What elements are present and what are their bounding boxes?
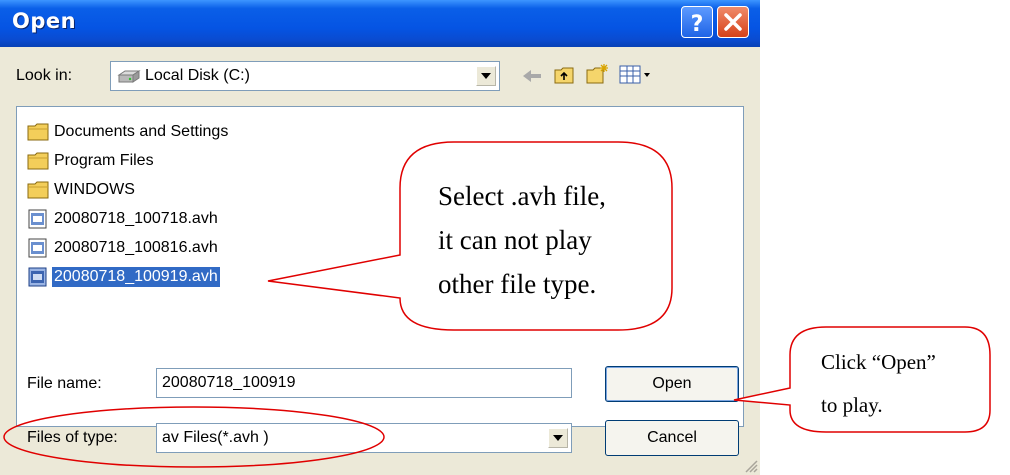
- select-callout-line2: it can not play: [438, 225, 592, 255]
- open-callout-line1: Click “Open”: [821, 350, 936, 374]
- select-callout-line3: other file type.: [438, 269, 597, 299]
- select-callout-line1: Select .avh file,: [438, 181, 606, 211]
- open-callout-line2: to play.: [821, 393, 883, 417]
- file-type-highlight-ellipse: [3, 406, 385, 468]
